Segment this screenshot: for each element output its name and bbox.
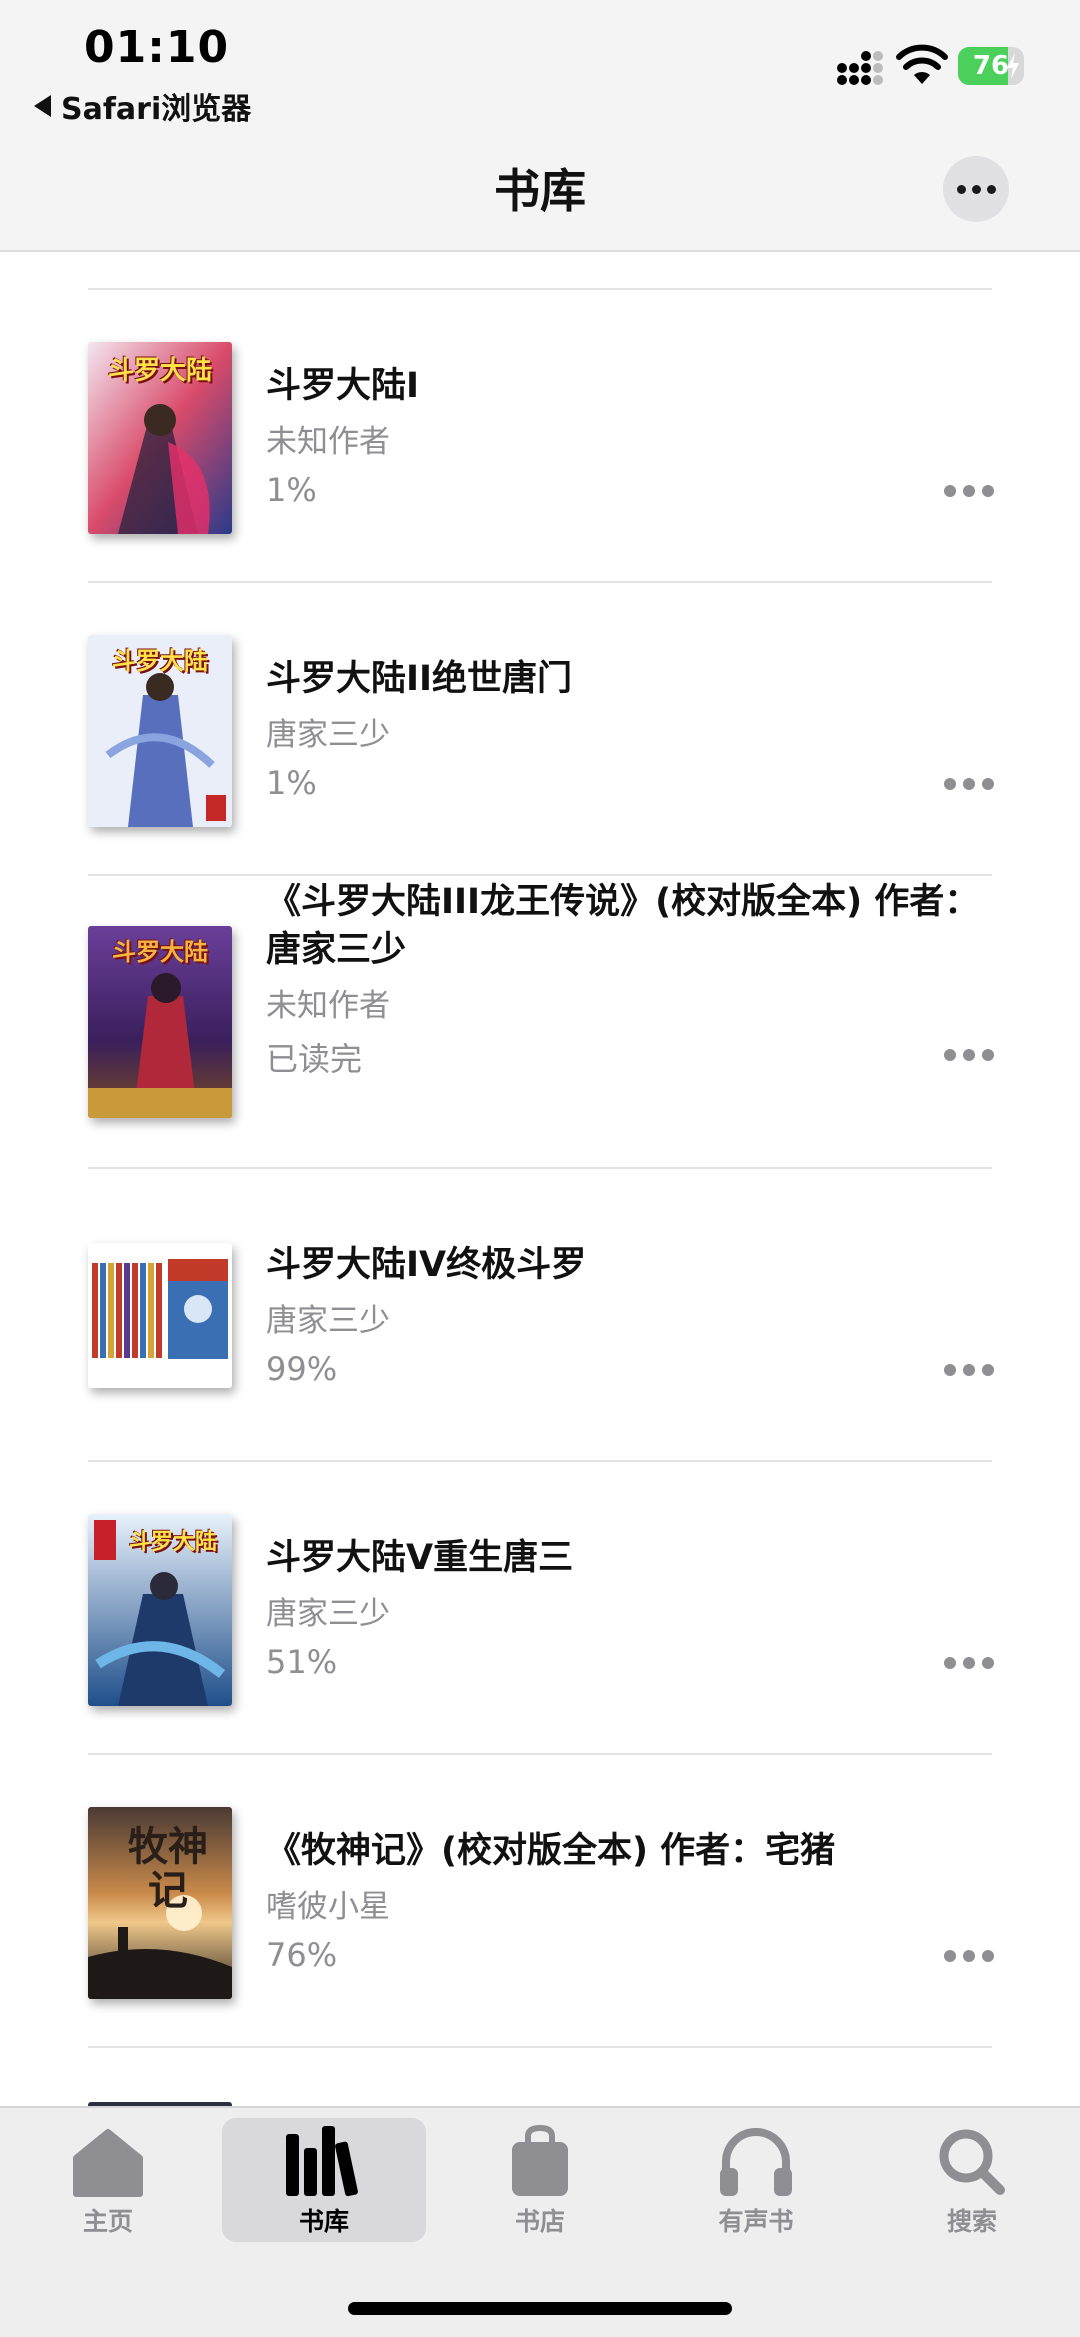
book-row[interactable]: 斗罗大陆IV终极斗罗 唐家三少 99%: [0, 1169, 1080, 1462]
book-author: 未知作者: [266, 424, 390, 460]
library-books-icon: [286, 2126, 358, 2197]
book-title: 《斗罗大陆III龙王传说》(校对版全本) 作者：: [266, 882, 980, 922]
charging-bolt-icon: [1007, 53, 1019, 79]
book-cover[interactable]: 斗罗大陆: [88, 342, 232, 534]
book-progress: 1%: [266, 471, 317, 509]
ellipsis-icon: [944, 1950, 956, 1962]
book-progress: 51%: [266, 1643, 338, 1681]
back-caret-icon: [34, 95, 51, 117]
ellipsis-icon: [956, 184, 966, 194]
cover-logo: 牧神记: [128, 1823, 208, 1914]
book-more-button[interactable]: [944, 1045, 994, 1065]
book-row[interactable]: 斗罗大陆 斗罗大陆II绝世唐门 唐家三少 1%: [0, 583, 1080, 876]
book-author: 嗜彼小星: [266, 1889, 390, 1925]
book-more-button[interactable]: [944, 1360, 994, 1380]
book-title: 《牧神记》(校对版全本) 作者：宅猪: [266, 1831, 836, 1871]
tab-audiobooks[interactable]: 有声书: [654, 2118, 858, 2242]
book-cover[interactable]: 斗罗大陆: [88, 1514, 232, 1706]
library-book-list[interactable]: 斗罗大陆 斗罗大陆I 未知作者 1% 斗罗大陆 斗罗大陆II绝世唐门 唐家三少 …: [0, 254, 1080, 2106]
headphones-icon: [720, 2128, 792, 2196]
more-options-button[interactable]: [943, 156, 1009, 222]
book-author: 唐家三少: [266, 1596, 390, 1632]
tab-label: 书库: [298, 2207, 349, 2236]
ellipsis-icon: [944, 485, 956, 497]
book-title: 斗罗大陆I: [266, 366, 420, 406]
book-title: 斗罗大陆V重生唐三: [266, 1538, 574, 1578]
wifi-icon: [896, 44, 948, 84]
book-progress: 99%: [266, 1350, 338, 1388]
cover-art: [88, 1243, 232, 1388]
page-title: 书库: [494, 164, 586, 218]
book-cover[interactable]: 斗罗大陆: [88, 926, 232, 1118]
book-row[interactable]: 牧神记 《牧神记》(校对版全本) 作者：宅猪 嗜彼小星 76%: [0, 1755, 1080, 2048]
tab-label: 书店: [514, 2207, 565, 2236]
screen: 01:10 Safari浏览器 76 书库 斗罗大陆 斗罗大陆I 未知作者 1%…: [0, 0, 1080, 2337]
back-to-app-button[interactable]: Safari浏览器: [34, 84, 251, 128]
tab-bookstore[interactable]: 书店: [438, 2118, 642, 2242]
book-row[interactable]: 斗罗大陆 斗罗大陆V重生唐三 唐家三少 51%: [0, 1462, 1080, 1755]
book-progress: 1%: [266, 764, 317, 802]
ellipsis-icon: [944, 1049, 956, 1061]
book-cover[interactable]: [88, 1243, 232, 1388]
tab-library[interactable]: 书库: [222, 2118, 426, 2242]
book-title: 斗罗大陆II绝世唐门: [266, 659, 573, 699]
tab-label: 搜索: [946, 2207, 997, 2236]
book-author: 未知作者: [266, 988, 390, 1024]
book-more-button[interactable]: [944, 1946, 994, 1966]
book-title: 斗罗大陆IV终极斗罗: [266, 1245, 587, 1285]
book-progress: 已读完: [266, 1040, 363, 1078]
book-more-button[interactable]: [944, 774, 994, 794]
tab-search[interactable]: 搜索: [870, 2118, 1074, 2242]
top-bar: 01:10 Safari浏览器 76 书库: [0, 0, 1080, 252]
battery-indicator: 76: [958, 47, 1024, 85]
cover-logo: 斗罗大陆: [112, 646, 208, 675]
book-more-button[interactable]: [944, 481, 994, 501]
book-row[interactable]: 斗罗大陆 斗罗大陆I 未知作者 1%: [0, 290, 1080, 583]
home-indicator[interactable]: [348, 2302, 732, 2315]
back-app-label: Safari浏览器: [61, 92, 252, 127]
book-author: 唐家三少: [266, 1303, 390, 1339]
book-progress: 76%: [266, 1936, 338, 1974]
house-icon: [73, 2129, 143, 2197]
book-cover[interactable]: 斗罗大陆: [88, 635, 232, 827]
book-title-continued: 唐家三少: [266, 930, 407, 970]
book-cover[interactable]: 牧神记: [88, 1807, 232, 1999]
cover-logo: 斗罗大陆: [128, 1529, 217, 1555]
ellipsis-icon: [944, 778, 956, 790]
cellular-signal-icon: [837, 51, 883, 85]
ellipsis-icon: [944, 1364, 956, 1376]
search-icon: [939, 2129, 1005, 2195]
cover-logo: 斗罗大陆: [112, 937, 208, 966]
tab-label: 有声书: [718, 2207, 794, 2236]
shopping-bag-icon: [512, 2124, 568, 2196]
tab-label: 主页: [82, 2207, 133, 2236]
tab-home[interactable]: 主页: [6, 2118, 210, 2242]
row-divider: [88, 2046, 992, 2048]
status-time: 01:10: [84, 22, 230, 73]
ellipsis-icon: [944, 1657, 956, 1669]
book-more-button[interactable]: [944, 1653, 994, 1673]
book-author: 唐家三少: [266, 717, 390, 753]
book-row[interactable]: 斗罗大陆 《斗罗大陆III龙王传说》(校对版全本) 作者： 唐家三少 未知作者 …: [0, 876, 1080, 1169]
cover-logo: 斗罗大陆: [107, 356, 212, 386]
